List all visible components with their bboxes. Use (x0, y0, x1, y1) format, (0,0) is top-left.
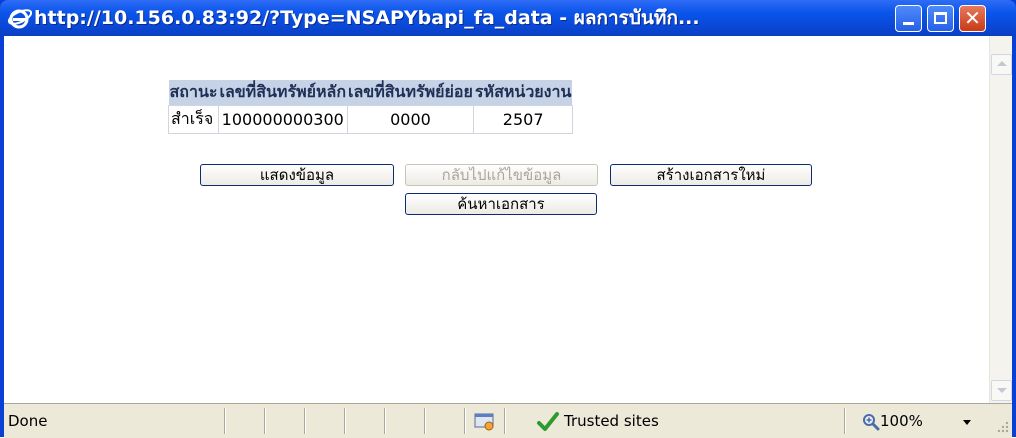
ie-popup-window: http://10.156.0.83:92/?Type=NSAPYbapi_fa… (0, 0, 1016, 438)
security-zone-icon[interactable] (474, 413, 496, 431)
status-divider (304, 408, 306, 434)
cell-unit-code: 2507 (473, 105, 573, 134)
cell-status: สำเร็จ (168, 105, 219, 134)
status-text: Done (8, 412, 48, 430)
maximize-icon (934, 12, 947, 24)
resize-grip-icon[interactable] (994, 418, 1010, 434)
back-edit-button: กลับไปแก้ไขข้อมูล (405, 164, 598, 186)
status-divider (224, 408, 226, 434)
cell-sub-asset-no: 0000 (346, 105, 475, 134)
status-divider (464, 408, 466, 434)
header-sub-asset-no: เลขที่สินทรัพย์ย่อย (347, 80, 474, 106)
zone-text: Trusted sites (564, 412, 659, 430)
zoom-level[interactable]: 100% (880, 412, 923, 430)
close-button[interactable]: ✕ (959, 5, 986, 32)
table-header-row: สถานะ เลขที่สินทรัพย์หลัก เลขที่สินทรัพย… (168, 80, 573, 106)
status-bar: Done Trusted sites 100% (4, 403, 1012, 438)
status-divider (384, 408, 386, 434)
result-table: สถานะ เลขที่สินทรัพย์หลัก เลขที่สินทรัพย… (168, 80, 573, 134)
zoom-dropdown-icon[interactable] (963, 420, 971, 425)
page-content: สถานะ เลขที่สินทรัพย์หลัก เลขที่สินทรัพย… (4, 36, 1012, 403)
vertical-scrollbar[interactable] (989, 36, 1012, 403)
minimize-button[interactable] (895, 5, 922, 32)
magnifier-icon[interactable] (862, 413, 880, 431)
title-bar[interactable]: http://10.156.0.83:92/?Type=NSAPYbapi_fa… (0, 0, 1016, 36)
status-divider (504, 408, 506, 434)
table-row: สำเร็จ 100000000300 0000 2507 (168, 105, 573, 134)
cell-main-asset-no: 100000000300 (217, 105, 348, 134)
scroll-down-button[interactable] (991, 380, 1012, 401)
checkmark-icon (537, 412, 559, 431)
chevron-up-icon (997, 61, 1007, 66)
ie-logo-icon (7, 9, 32, 29)
chevron-down-icon (997, 388, 1007, 393)
header-main-asset-no: เลขที่สินทรัพย์หลัก (218, 80, 348, 106)
window-title: http://10.156.0.83:92/?Type=NSAPYbapi_fa… (34, 7, 700, 29)
close-icon: ✕ (964, 6, 981, 30)
show-data-button[interactable]: แสดงข้อมูล (200, 164, 394, 186)
maximize-button[interactable] (927, 5, 954, 32)
status-divider (264, 408, 266, 434)
header-unit-code: รหัสหน่วยงาน (473, 80, 573, 106)
status-divider (424, 408, 426, 434)
status-divider (844, 408, 846, 434)
find-document-button[interactable]: ค้นหาเอกสาร (405, 193, 597, 215)
new-document-button[interactable]: สร้างเอกสารใหม่ (610, 164, 812, 186)
scroll-up-button[interactable] (991, 54, 1012, 75)
header-status: สถานะ (168, 80, 219, 106)
minimize-icon (903, 22, 914, 25)
status-divider (344, 408, 346, 434)
